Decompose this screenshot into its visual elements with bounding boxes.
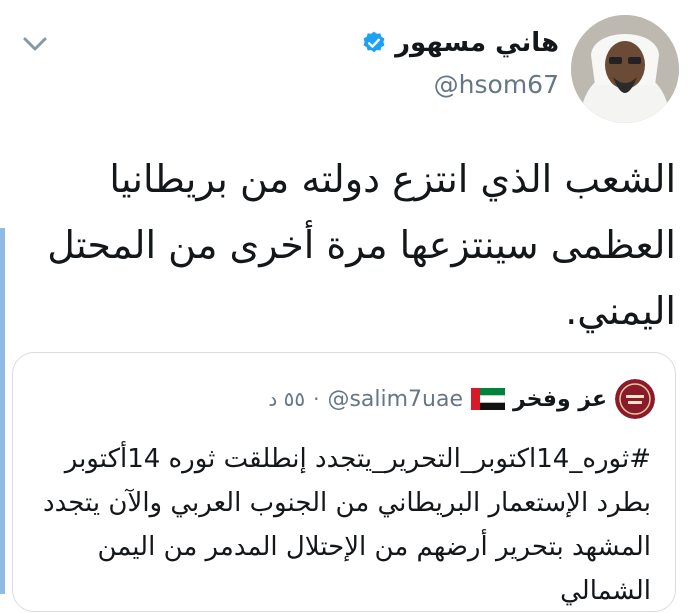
quoted-line: #ثوره_14اكتوبر_التحرير_يتجدد إنطلقت ثوره… <box>64 444 651 474</box>
author-handle[interactable]: @hsom67 <box>434 70 559 99</box>
quoted-timestamp[interactable]: ٥٥ د <box>268 387 305 411</box>
author-avatar[interactable] <box>571 15 679 123</box>
tweet-line: الشعب الذي انتزع دولته من بريطانيا <box>109 157 676 201</box>
quoted-author-name[interactable]: عز وفخر <box>513 387 607 412</box>
thread-line <box>0 228 5 594</box>
quoted-body: #ثوره_14اكتوبر_التحرير_يتجدد إنطلقت ثوره… <box>31 437 651 613</box>
separator-dot: · <box>313 387 320 411</box>
uae-flag-icon <box>471 388 505 410</box>
chevron-down-icon[interactable] <box>22 34 48 54</box>
verified-badge-icon <box>363 31 385 53</box>
tweet-line: اليمني. <box>565 289 676 333</box>
quoted-header: عز وفخر @salim7uae · ٥٥ د <box>268 379 655 419</box>
quoted-line: الشمالي <box>560 576 651 606</box>
author-name[interactable]: هاني مسهور <box>395 28 559 58</box>
tweet-body: الشعب الذي انتزع دولته من بريطانيا العظم… <box>36 146 676 344</box>
quoted-tweet-card[interactable]: عز وفخر @salim7uae · ٥٥ د #ثوره_14اكتوبر… <box>12 352 676 612</box>
quoted-line: بطرد الإستعمار البريطاني من الجنوب العرب… <box>43 488 651 518</box>
quoted-avatar[interactable] <box>615 379 655 419</box>
quoted-author-handle[interactable]: @salim7uae <box>327 387 463 412</box>
quoted-line: المشهد بتحرير أرضهم من الإحتلال المدمر م… <box>97 532 651 562</box>
tweet-line: العظمى سينتزعها مرة أخرى من المحتل <box>47 223 676 267</box>
